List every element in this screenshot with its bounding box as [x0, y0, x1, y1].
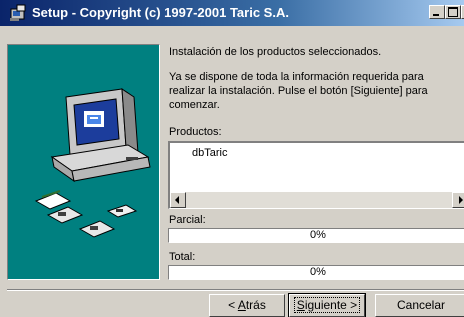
- next-focus-ring: Siguiente >: [293, 297, 361, 313]
- minimize-icon[interactable]: [429, 5, 445, 19]
- window-title: Setup - Copyright (c) 1997-2001 Taric S.…: [32, 5, 289, 20]
- setup-installer-icon: [10, 4, 26, 21]
- back-label-rest: trás: [245, 298, 266, 312]
- description-line: comenzar.: [169, 99, 220, 111]
- next-label-rest: iguiente >: [304, 298, 358, 312]
- back-prefix: <: [228, 298, 238, 312]
- total-progress-value: 0%: [310, 266, 326, 278]
- list-item[interactable]: dbTaric: [192, 147, 227, 159]
- title-bar[interactable]: Setup - Copyright (c) 1997-2001 Taric S.…: [0, 0, 464, 26]
- next-accelerator: S: [296, 298, 305, 312]
- next-button[interactable]: Siguiente >: [288, 293, 366, 317]
- partial-progress-label: Parcial:: [169, 214, 206, 226]
- computer-install-icon: [34, 88, 151, 238]
- cancel-button[interactable]: Cancelar: [375, 294, 464, 317]
- scroll-left-icon[interactable]: [170, 192, 186, 208]
- products-label: Productos:: [169, 126, 222, 138]
- install-heading: Instalación de los productos seleccionad…: [169, 46, 382, 58]
- description-line: Ya se dispone de toda la información req…: [169, 71, 424, 83]
- total-progress-bar: 0%: [168, 265, 464, 280]
- back-accelerator: A: [237, 298, 246, 312]
- install-description: Ya se dispone de toda la información req…: [169, 70, 428, 112]
- maximize-icon[interactable]: [445, 5, 461, 19]
- horizontal-scrollbar[interactable]: [170, 192, 464, 208]
- total-progress-label: Total:: [169, 251, 196, 263]
- description-line: realizar la instalación. Pulse el botón …: [169, 85, 428, 97]
- partial-progress-bar: 0%: [168, 228, 464, 243]
- setup-illustration: [7, 44, 160, 280]
- button-separator: [7, 289, 464, 291]
- products-listbox[interactable]: dbTaric: [168, 141, 464, 209]
- back-button[interactable]: < Atrás: [209, 294, 285, 317]
- scroll-right-icon[interactable]: [452, 192, 464, 208]
- partial-progress-value: 0%: [310, 229, 326, 241]
